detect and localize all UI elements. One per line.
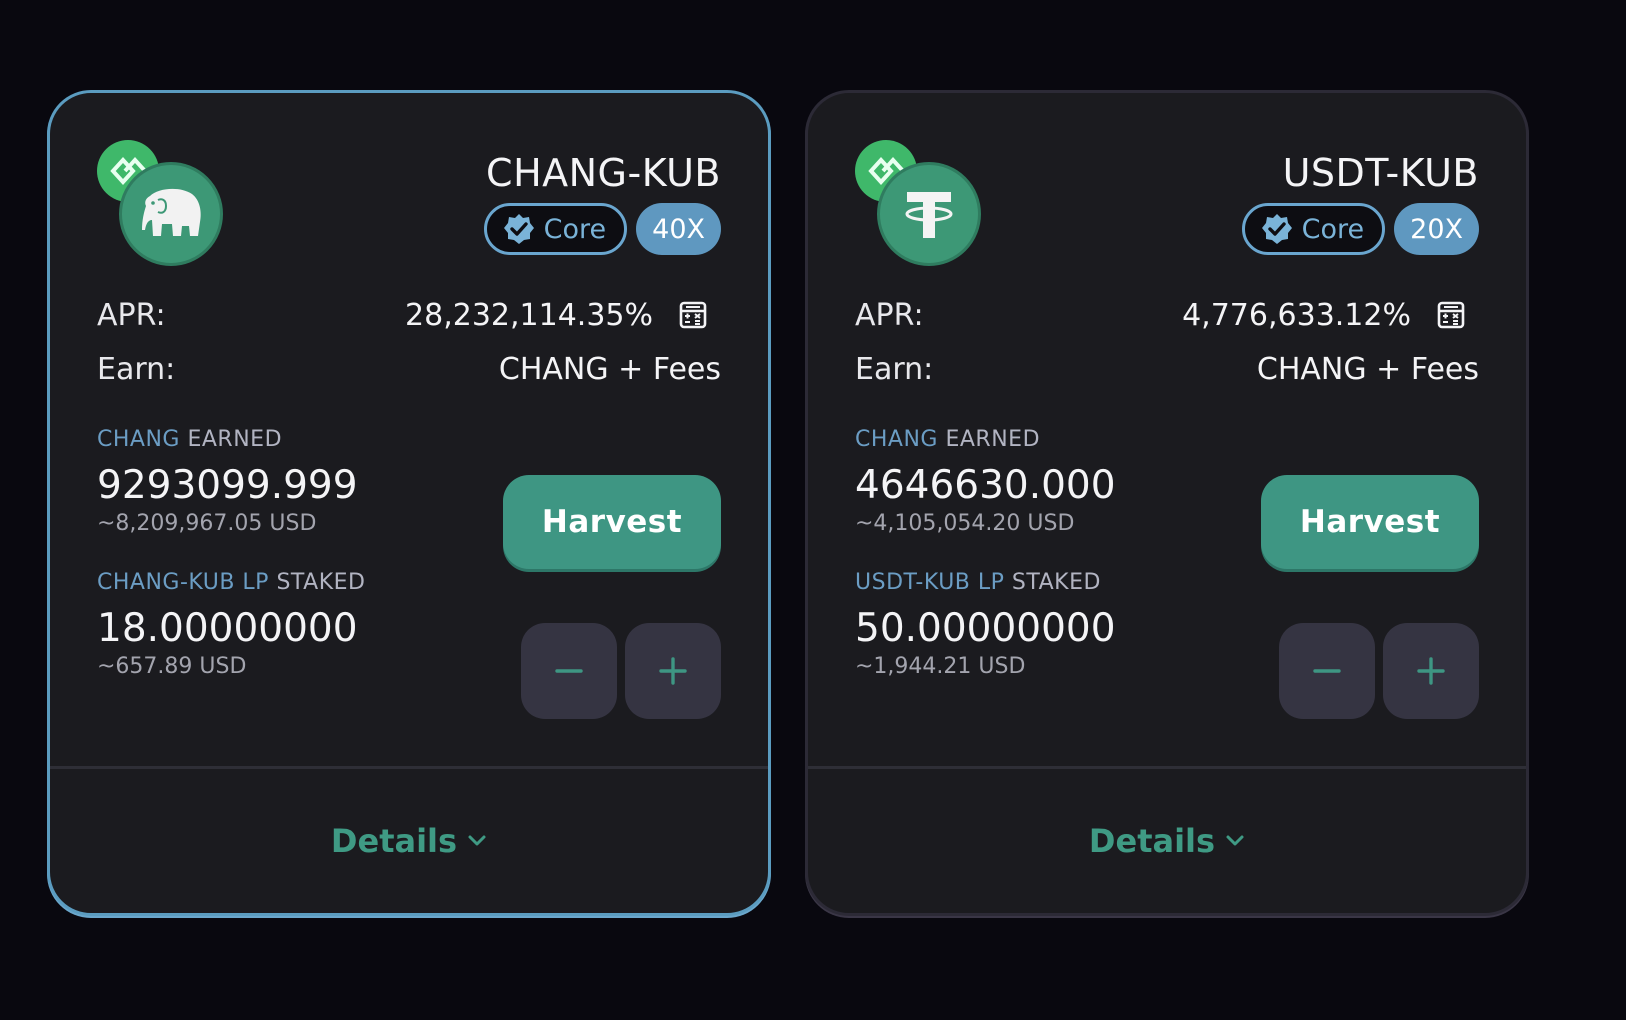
- earned-suffix: EARNED: [945, 427, 1041, 452]
- unstake-button[interactable]: [521, 623, 617, 719]
- unstake-button[interactable]: [1279, 623, 1375, 719]
- staked-usd: ~657.89 USD: [97, 654, 247, 679]
- details-toggle[interactable]: Details: [50, 769, 768, 913]
- earned-amount: 9293099.999: [97, 463, 358, 508]
- tether-icon: [877, 162, 981, 266]
- calculator-icon[interactable]: [1437, 301, 1465, 329]
- core-tag-label: Core: [543, 213, 607, 245]
- earn-row: Earn: CHANG + Fees: [97, 349, 721, 389]
- apr-value-group: 28,232,114.35%: [405, 298, 721, 333]
- farm-card-chang-kub: CHANG-KUB Core 40X APR: 28,232,114.35% E…: [47, 90, 771, 916]
- apr-value: 28,232,114.35%: [405, 297, 653, 333]
- details-label: Details: [330, 822, 458, 860]
- stake-button[interactable]: [625, 623, 721, 719]
- apr-label: APR:: [855, 297, 924, 333]
- earn-label: Earn:: [855, 351, 934, 387]
- staked-amount: 18.00000000: [97, 606, 358, 651]
- staked-suffix: STAKED: [1011, 570, 1101, 595]
- tag-group: Core 20X: [1241, 203, 1479, 255]
- elephant-icon: [119, 162, 223, 266]
- earned-token: CHANG: [855, 427, 938, 452]
- earn-value: CHANG + Fees: [498, 351, 721, 387]
- pair-name: CHANG-KUB: [486, 151, 721, 195]
- staked-label: USDT-KUB LP STAKED: [855, 570, 1101, 595]
- apr-label: APR:: [97, 297, 166, 333]
- plus-icon: [1417, 657, 1445, 685]
- details-toggle[interactable]: Details: [808, 769, 1526, 913]
- pair-name: USDT-KUB: [1282, 151, 1479, 195]
- details-label: Details: [1088, 822, 1216, 860]
- staked-token: CHANG-KUB LP: [97, 570, 269, 595]
- calculator-icon[interactable]: [679, 301, 707, 329]
- plus-icon: [659, 657, 687, 685]
- chevron-down-icon: [468, 835, 486, 846]
- staked-token: USDT-KUB LP: [855, 570, 1005, 595]
- farm-card-body: CHANG-KUB Core 40X APR: 28,232,114.35% E…: [97, 93, 721, 769]
- staked-label: CHANG-KUB LP STAKED: [97, 570, 365, 595]
- core-tag: Core: [483, 203, 628, 255]
- staked-usd: ~1,944.21 USD: [855, 654, 1026, 679]
- token-pair-logo: [855, 140, 985, 270]
- staked-amount: 50.00000000: [855, 606, 1116, 651]
- chevron-down-icon: [1226, 835, 1244, 846]
- harvest-button[interactable]: Harvest: [503, 475, 721, 569]
- staked-suffix: STAKED: [276, 570, 366, 595]
- core-tag-label: Core: [1301, 213, 1365, 245]
- earned-amount: 4646630.000: [855, 463, 1116, 508]
- farm-card-usdt-kub: USDT-KUB Core 20X APR: 4,776,633.12% Ear…: [805, 90, 1529, 916]
- earn-value: CHANG + Fees: [1256, 351, 1479, 387]
- tag-group: Core 40X: [483, 203, 721, 255]
- earned-usd: ~8,209,967.05 USD: [97, 511, 317, 536]
- earned-label: CHANG EARNED: [855, 427, 1040, 452]
- farm-card-body: USDT-KUB Core 20X APR: 4,776,633.12% Ear…: [855, 93, 1479, 769]
- minus-icon: [1313, 669, 1341, 673]
- earned-label: CHANG EARNED: [97, 427, 282, 452]
- core-tag: Core: [1241, 203, 1386, 255]
- earned-token: CHANG: [97, 427, 180, 452]
- minus-icon: [555, 669, 583, 673]
- earned-usd: ~4,105,054.20 USD: [855, 511, 1075, 536]
- earn-label: Earn:: [97, 351, 176, 387]
- stake-button[interactable]: [1383, 623, 1479, 719]
- verified-badge-icon: [1261, 214, 1292, 244]
- multiplier-tag: 40X: [636, 203, 721, 255]
- apr-row: APR: 4,776,633.12%: [855, 295, 1479, 335]
- apr-value-group: 4,776,633.12%: [1182, 298, 1479, 333]
- earned-suffix: EARNED: [187, 427, 283, 452]
- earn-row: Earn: CHANG + Fees: [855, 349, 1479, 389]
- apr-value: 4,776,633.12%: [1182, 297, 1411, 333]
- harvest-button[interactable]: Harvest: [1261, 475, 1479, 569]
- apr-row: APR: 28,232,114.35%: [97, 295, 721, 335]
- multiplier-tag: 20X: [1394, 203, 1479, 255]
- verified-badge-icon: [503, 214, 534, 244]
- token-pair-logo: [97, 140, 227, 270]
